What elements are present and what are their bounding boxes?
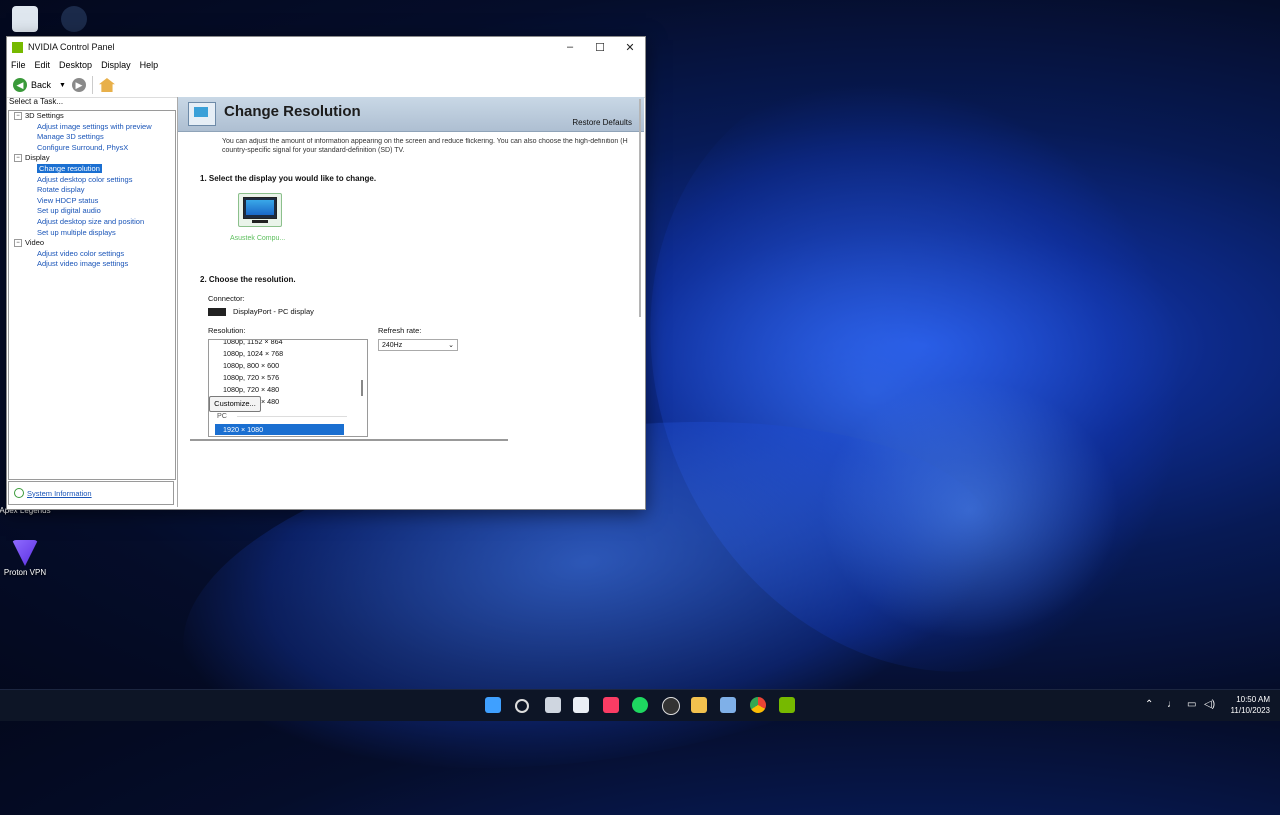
tree-category-display[interactable]: − Display [9,153,175,164]
resolution-option[interactable]: 1080p, 1152 × 864 [223,340,283,348]
tree-item-manage-3d-settings[interactable]: Manage 3D settings [9,132,175,143]
home-icon[interactable] [98,78,115,92]
desktop-icon-label: Proton VPN [3,568,47,577]
desktop-icon-proton-vpn[interactable]: Proton VPN [0,540,55,578]
windows-start-icon[interactable] [485,697,501,713]
desktop-icon-steam[interactable] [44,6,104,34]
back-button[interactable]: Back [31,80,51,90]
monitor-icon [243,197,277,219]
itunes-icon[interactable] [603,697,619,713]
menu-desktop[interactable]: Desktop [59,60,92,70]
toolbar-divider [91,76,93,94]
tree-item-adjust-video-image[interactable]: Adjust video image settings [9,259,175,270]
clock-time: 10:50 AM [1236,695,1270,704]
menu-edit[interactable]: Edit [35,60,51,70]
chrome-icon[interactable] [750,697,766,713]
file-explorer-icon[interactable] [691,697,707,713]
display-settings-icon [188,102,216,126]
connector-value: DisplayPort - PC display [233,307,314,316]
back-dropdown-icon[interactable]: ▼ [59,82,66,89]
tree-item-adjust-desktop-color[interactable]: Adjust desktop color settings [9,175,175,186]
clock-date: 11/10/2023 [1230,706,1270,715]
obs-icon[interactable] [662,697,680,715]
volume-icon[interactable]: ◁) [1204,699,1215,710]
taskbar: ⌃ ♩ ▭ ◁) 10:50 AM 11/10/2023 [0,689,1280,721]
proton-vpn-icon [12,540,38,566]
tree-item-configure-surround[interactable]: Configure Surround, PhysX [9,143,175,154]
menu-bar: File Edit Desktop Display Help [7,57,645,73]
refresh-rate-label: Refresh rate: [378,326,422,335]
recycle-bin-icon [12,6,38,32]
tree-category-3d-settings[interactable]: −3D Settings [9,111,175,122]
nvidia-icon [12,41,23,53]
vertical-scrollbar[interactable] [639,99,641,317]
info-icon [14,488,24,498]
steam-icon [61,6,87,32]
maximize-button[interactable]: ☐ [585,37,615,57]
page-title: Change Resolution [224,103,361,120]
microphone-icon[interactable]: ♩ [1167,699,1177,710]
tree-item-rotate-display[interactable]: Rotate display [9,185,175,196]
connector-label: Connector: [208,294,245,303]
menu-help[interactable]: Help [140,60,159,70]
customize-button[interactable]: Customize... [209,396,261,412]
task-tree: −3D Settings Adjust image settings with … [8,110,176,480]
chevron-down-icon: ⌄ [448,342,454,349]
spotify-icon[interactable] [632,697,648,713]
tree-item-adjust-desktop-size[interactable]: Adjust desktop size and position [9,217,175,228]
back-arrow-icon[interactable]: ◀ [13,78,27,92]
page-description: You can adjust the amount of information… [222,138,628,154]
tree-item-adjust-image-settings[interactable]: Adjust image settings with preview [9,122,175,133]
tree-item-change-resolution[interactable]: Change resolution [9,163,175,175]
system-information-link[interactable]: System Information [27,489,92,498]
title-bar[interactable]: NVIDIA Control Panel – ☐ ✕ [7,37,645,57]
resolution-option[interactable]: 1080p, 720 × 576 [223,372,279,384]
tree-item-view-hdcp-status[interactable]: View HDCP status [9,196,175,207]
resolution-label: Resolution: [208,326,246,335]
display-selector[interactable] [238,193,282,227]
search-icon[interactable] [515,699,529,713]
nvidia-control-panel-window: NVIDIA Control Panel – ☐ ✕ File Edit Des… [6,36,646,510]
store-icon[interactable] [573,697,589,713]
photos-icon[interactable] [720,697,736,713]
content-panel: Change Resolution Restore Defaults You c… [177,97,644,507]
resolution-option-selected[interactable]: 1920 × 1080 [215,424,344,435]
step1-heading: 1. Select the display you would like to … [200,174,377,183]
wallpaper-swirl [820,380,1120,640]
displayport-icon [208,308,226,316]
resolution-list-scrollbar[interactable] [361,380,363,396]
menu-file[interactable]: File [11,60,26,70]
tree-item-set-up-multiple-displays[interactable]: Set up multiple displays [9,228,175,239]
resolution-option[interactable]: 1080p, 1024 × 768 [223,348,283,360]
system-clock[interactable]: 10:50 AM 11/10/2023 [1231,694,1270,716]
restore-defaults-link[interactable]: Restore Defaults [572,118,632,127]
step2-heading: 2. Choose the resolution. [200,275,296,284]
window-title: NVIDIA Control Panel [28,42,115,52]
task-view-icon[interactable] [545,697,561,713]
toolbar: ◀ Back ▼ ▶ [7,73,645,98]
menu-display[interactable]: Display [101,60,131,70]
system-info-panel: System Information [8,481,174,505]
resolution-group-pc: PC [217,411,227,420]
page-banner: Change Resolution Restore Defaults [178,97,644,132]
chevron-up-icon[interactable]: ⌃ [1145,699,1153,710]
close-button[interactable]: ✕ [615,37,645,57]
sidebar-header: Select a Task... [9,97,64,106]
network-icon[interactable]: ▭ [1187,699,1196,710]
resolution-list[interactable]: 1080p, 1152 × 864 1080p, 1024 × 768 1080… [208,339,368,437]
group-divider [237,416,347,417]
display-name: Asustek Compu... [230,235,286,242]
horizontal-scrollbar[interactable] [190,439,508,441]
resolution-option[interactable]: 1080p, 800 × 600 [223,360,279,372]
wallpaper-swirl [553,0,1280,761]
forward-arrow-icon[interactable]: ▶ [71,78,86,92]
minimize-button[interactable]: – [555,37,585,57]
resolution-option[interactable]: 1080p, 720 × 480 [223,384,279,396]
nvidia-taskbar-icon[interactable] [779,697,795,713]
tree-item-set-up-digital-audio[interactable]: Set up digital audio [9,206,175,217]
tree-item-adjust-video-color[interactable]: Adjust video color settings [9,249,175,260]
refresh-rate-select[interactable]: 240Hz ⌄ [378,339,458,351]
tree-category-video[interactable]: − Video [9,238,175,249]
